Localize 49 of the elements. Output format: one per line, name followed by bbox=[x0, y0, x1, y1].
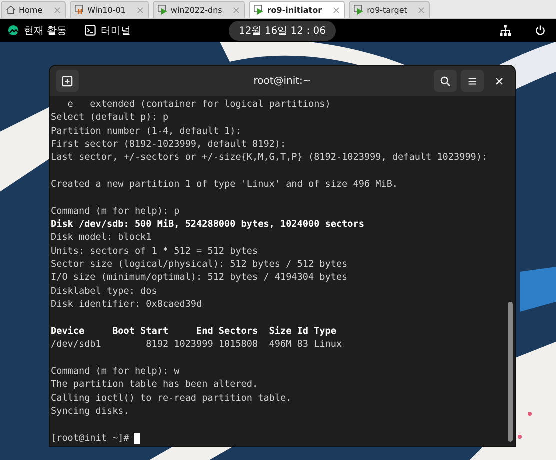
window-title: root@init:~ bbox=[254, 76, 312, 86]
terminal-line: Units: sectors of 1 * 512 = 512 bytes bbox=[51, 244, 258, 258]
terminal-line: The partition table has been altered. bbox=[51, 378, 258, 392]
terminal-icon bbox=[85, 25, 96, 36]
terminal-line: Syncing disks. bbox=[51, 404, 130, 418]
menu-button[interactable] bbox=[461, 70, 484, 92]
terminal-line: /dev/sdb1 8192 1023999 1015808 496M 83 Linux bbox=[51, 338, 342, 352]
terminal-line: Device Boot Start End Sectors Size Id Type bbox=[51, 324, 336, 338]
app-menu-button[interactable]: 터미널 bbox=[85, 24, 132, 38]
terminal-line: Disk identifier: 0x8caed39d bbox=[51, 298, 202, 312]
activities-button[interactable]: 현재 활동 bbox=[8, 24, 68, 38]
close-icon[interactable] bbox=[333, 6, 340, 14]
search-button[interactable] bbox=[434, 70, 457, 92]
terminal-line: Disk /dev/sdb: 500 MiB, 524288000 bytes, 1024000 sectors bbox=[51, 218, 364, 232]
terminal-line: e extended (container for logical partitions) bbox=[66, 98, 331, 112]
vm-icon bbox=[254, 5, 264, 15]
vm-icon bbox=[74, 5, 85, 15]
network-icon[interactable] bbox=[500, 25, 511, 36]
terminal-line: Created a new partition 1 of type 'Linux' and of size 496 MiB. bbox=[51, 178, 398, 192]
shell-prompt: [root@init ~]# bbox=[51, 432, 130, 445]
new-tab-button[interactable] bbox=[56, 70, 79, 92]
vm-icon bbox=[158, 5, 168, 15]
close-icon bbox=[495, 76, 504, 86]
vm-tab[interactable]: ro9-target bbox=[349, 1, 430, 18]
terminal-line: I/O size (minimum/optimal): 512 bytes / 4194304 bytes bbox=[51, 271, 348, 285]
terminal-line: Disklabel type: dos bbox=[51, 284, 158, 298]
vm-icon bbox=[354, 5, 364, 15]
terminal-line: Command (m for help): w bbox=[51, 364, 180, 378]
vm-tab[interactable]: ro9-initiator bbox=[249, 1, 346, 18]
menu-icon bbox=[467, 76, 478, 86]
terminal-line: Select (default p): p bbox=[51, 111, 169, 125]
power-icon[interactable] bbox=[535, 25, 546, 36]
vm-tab[interactable]: win2022-dns bbox=[152, 1, 246, 18]
search-icon bbox=[440, 76, 451, 86]
terminal-line: Disk model: block1 bbox=[51, 231, 152, 245]
terminal-line: First sector (8192-1023999, default 8192): bbox=[51, 138, 286, 152]
terminal-line: Last sector, +/-sectors or +/-size{K,M,G,T,P} (8192-1023999, default 1023999): bbox=[51, 151, 488, 165]
terminal-line: Calling ioctl() to re-read partition table. bbox=[51, 392, 292, 405]
plus-icon bbox=[62, 76, 73, 86]
terminal-line: Partition number (1-4, default 1): bbox=[51, 124, 242, 138]
logo-icon bbox=[8, 25, 19, 36]
terminal-line: Sector size (logical/physical): 512 bytes / 512 bytes bbox=[51, 258, 348, 272]
clock-button[interactable]: 12월 16일 12 : 06 bbox=[229, 20, 336, 40]
vm-tab[interactable]: Win10-01 bbox=[70, 1, 149, 18]
vm-tab[interactable]: Home bbox=[1, 1, 66, 18]
text-cursor bbox=[134, 432, 140, 444]
terminal-line: Command (m for help): p bbox=[51, 204, 180, 218]
home-icon bbox=[6, 5, 16, 15]
scrollbar-thumb[interactable] bbox=[508, 302, 513, 442]
